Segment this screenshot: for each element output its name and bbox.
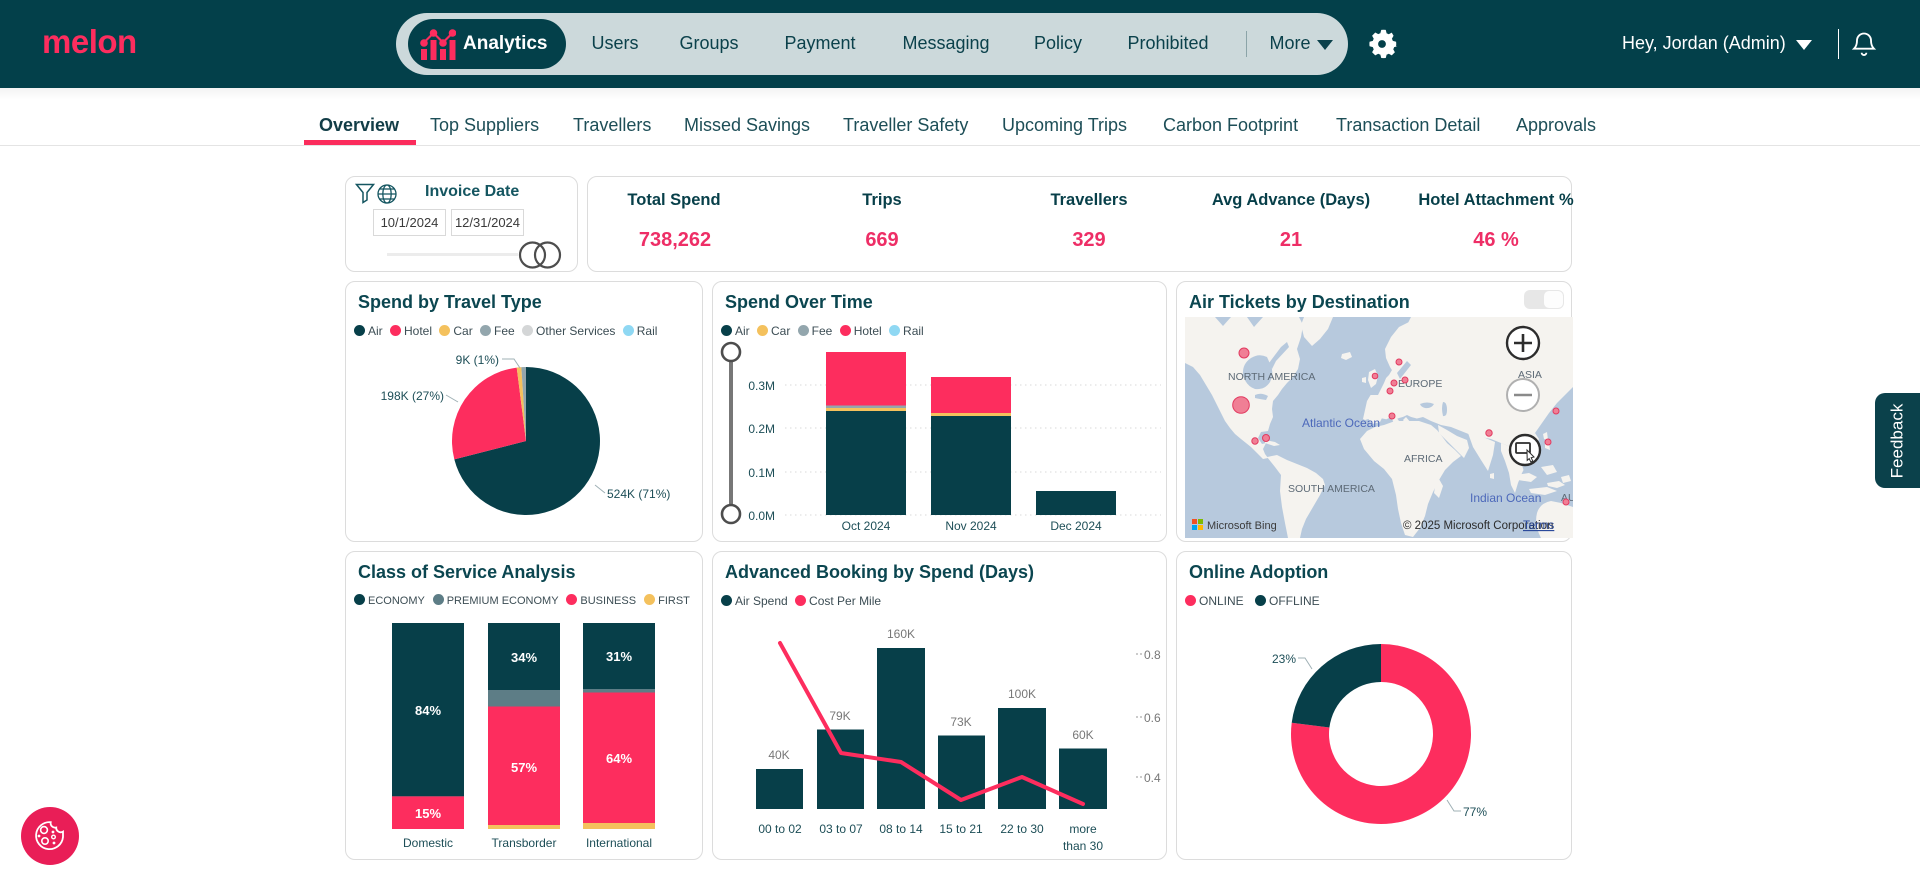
svg-text:Terms: Terms [1523, 520, 1555, 532]
svg-text:03 to 07: 03 to 07 [819, 822, 863, 836]
svg-text:0.0M: 0.0M [748, 509, 775, 523]
svg-text:22 to 30: 22 to 30 [1000, 822, 1044, 836]
svg-text:9K (1%): 9K (1%) [456, 353, 499, 367]
svg-text:15%: 15% [415, 806, 441, 821]
svg-text:than 30: than 30 [1063, 839, 1103, 853]
svg-text:more: more [1069, 822, 1097, 836]
svg-text:0.6: 0.6 [1144, 711, 1161, 725]
svg-text:0.4: 0.4 [1144, 771, 1161, 785]
svg-text:0.1M: 0.1M [748, 466, 775, 480]
svg-text:57%: 57% [511, 760, 537, 775]
svg-text:31%: 31% [606, 649, 632, 664]
svg-text:Oct 2024: Oct 2024 [842, 519, 891, 533]
svg-text:15 to 21: 15 to 21 [939, 822, 983, 836]
svg-text:40K: 40K [768, 748, 789, 762]
svg-text:NORTH AMERICA: NORTH AMERICA [1228, 371, 1315, 383]
svg-text:SOUTH AMERICA: SOUTH AMERICA [1288, 483, 1375, 495]
svg-text:0.2M: 0.2M [748, 422, 775, 436]
svg-text:77%: 77% [1463, 805, 1487, 819]
svg-text:160K: 160K [887, 627, 915, 641]
svg-text:08 to 14: 08 to 14 [879, 822, 923, 836]
svg-text:Transborder: Transborder [492, 836, 557, 850]
svg-text:34%: 34% [511, 650, 537, 665]
svg-text:AFRICA: AFRICA [1404, 453, 1443, 465]
svg-text:00 to 02: 00 to 02 [758, 822, 802, 836]
svg-text:Microsoft Bing: Microsoft Bing [1207, 520, 1277, 532]
svg-text:Nov 2024: Nov 2024 [945, 519, 997, 533]
svg-text:100K: 100K [1008, 687, 1036, 701]
svg-text:Domestic: Domestic [403, 836, 453, 850]
svg-text:23%: 23% [1272, 652, 1296, 666]
svg-text:73K: 73K [950, 715, 971, 729]
svg-text:84%: 84% [415, 703, 441, 718]
svg-text:524K (71%): 524K (71%) [607, 487, 670, 501]
svg-text:0.8: 0.8 [1144, 648, 1161, 662]
svg-text:79K: 79K [829, 709, 850, 723]
svg-text:Indian Ocean: Indian Ocean [1470, 491, 1541, 505]
svg-text:International: International [586, 836, 652, 850]
svg-text:64%: 64% [606, 751, 632, 766]
svg-text:60K: 60K [1072, 728, 1093, 742]
svg-text:Atlantic Ocean: Atlantic Ocean [1302, 416, 1380, 430]
svg-text:0.3M: 0.3M [748, 379, 775, 393]
svg-text:Dec 2024: Dec 2024 [1050, 519, 1102, 533]
svg-text:198K (27%): 198K (27%) [381, 389, 444, 403]
